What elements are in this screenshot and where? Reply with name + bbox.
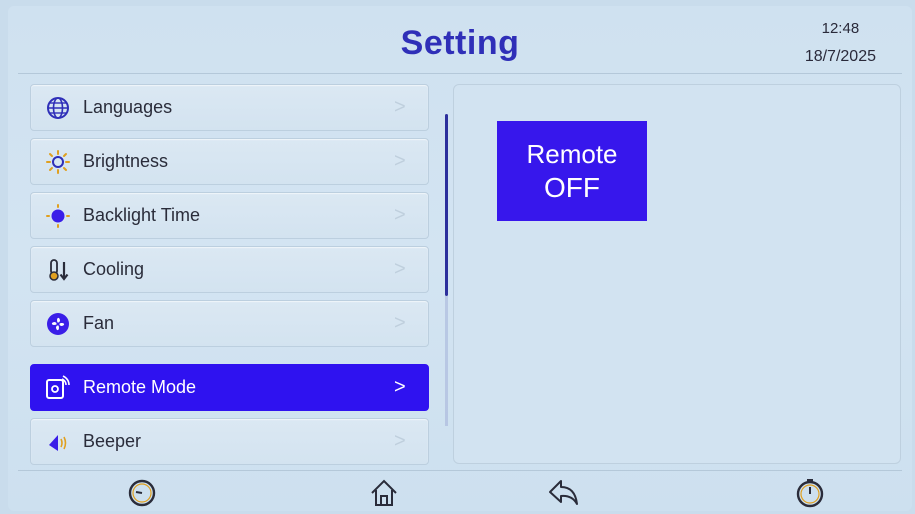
menu-item-label: Remote Mode <box>83 377 197 397</box>
chevron-right-icon: > <box>394 376 406 398</box>
globe-icon <box>45 95 71 121</box>
speaker-icon <box>45 429 71 455</box>
menu-item-label: Backlight Time <box>83 205 201 225</box>
clock-icon <box>127 478 157 513</box>
header: Setting 12:48 18/7/2025 <box>18 10 902 74</box>
menu-scrollbar[interactable] <box>445 114 448 296</box>
menu-item-label: Cooling <box>83 259 145 279</box>
timer-button[interactable] <box>792 477 828 513</box>
remote-toggle-button[interactable]: Remote OFF <box>497 121 647 221</box>
menu-item-backlight-time[interactable]: Backlight Time > <box>30 192 429 239</box>
menu-item-label: Languages <box>83 97 173 117</box>
menu-item-label: Fan <box>83 313 115 333</box>
settings-screen: Setting 12:48 18/7/2025 Languages > Brig… <box>8 6 912 511</box>
back-icon <box>547 478 581 513</box>
back-button[interactable] <box>546 477 582 513</box>
bottom-nav <box>18 470 902 510</box>
chevron-right-icon: > <box>394 312 406 334</box>
menu-item-fan[interactable]: Fan > <box>30 300 429 347</box>
chevron-right-icon: > <box>394 258 406 280</box>
sun-icon <box>45 149 71 175</box>
backlight-icon <box>45 203 71 229</box>
clock-display: 12:48 18/7/2025 <box>805 18 876 68</box>
remote-toggle-state: OFF <box>544 172 600 203</box>
fan-icon <box>45 311 71 337</box>
menu-item-label: Beeper <box>83 431 142 451</box>
remote-toggle-label: Remote <box>526 139 618 169</box>
timer-icon <box>795 478 825 513</box>
chevron-right-icon: > <box>394 430 406 452</box>
menu-item-languages[interactable]: Languages > <box>30 84 429 131</box>
page-title: Setting <box>400 24 520 62</box>
home-button[interactable] <box>366 477 402 513</box>
schedule-button[interactable] <box>124 477 160 513</box>
home-icon <box>368 477 400 514</box>
menu-item-label: Brightness <box>83 151 169 171</box>
detail-panel: Remote OFF <box>453 84 901 464</box>
menu-item-cooling[interactable]: Cooling > <box>30 246 429 293</box>
chevron-right-icon: > <box>394 204 406 226</box>
remote-icon <box>45 374 71 401</box>
clock-time: 12:48 <box>821 20 860 37</box>
menu-item-remote-mode[interactable]: Remote Mode > <box>30 364 429 411</box>
chevron-right-icon: > <box>394 150 406 172</box>
menu-scrollbar-track <box>445 296 448 426</box>
menu-item-brightness[interactable]: Brightness > <box>30 138 429 185</box>
thermometer-icon <box>45 257 71 283</box>
chevron-right-icon: > <box>394 96 406 118</box>
menu-item-beeper[interactable]: Beeper > <box>30 418 429 465</box>
clock-date: 18/7/2025 <box>804 48 876 65</box>
settings-menu: Languages > Brightness > Backlight Time … <box>30 84 430 465</box>
